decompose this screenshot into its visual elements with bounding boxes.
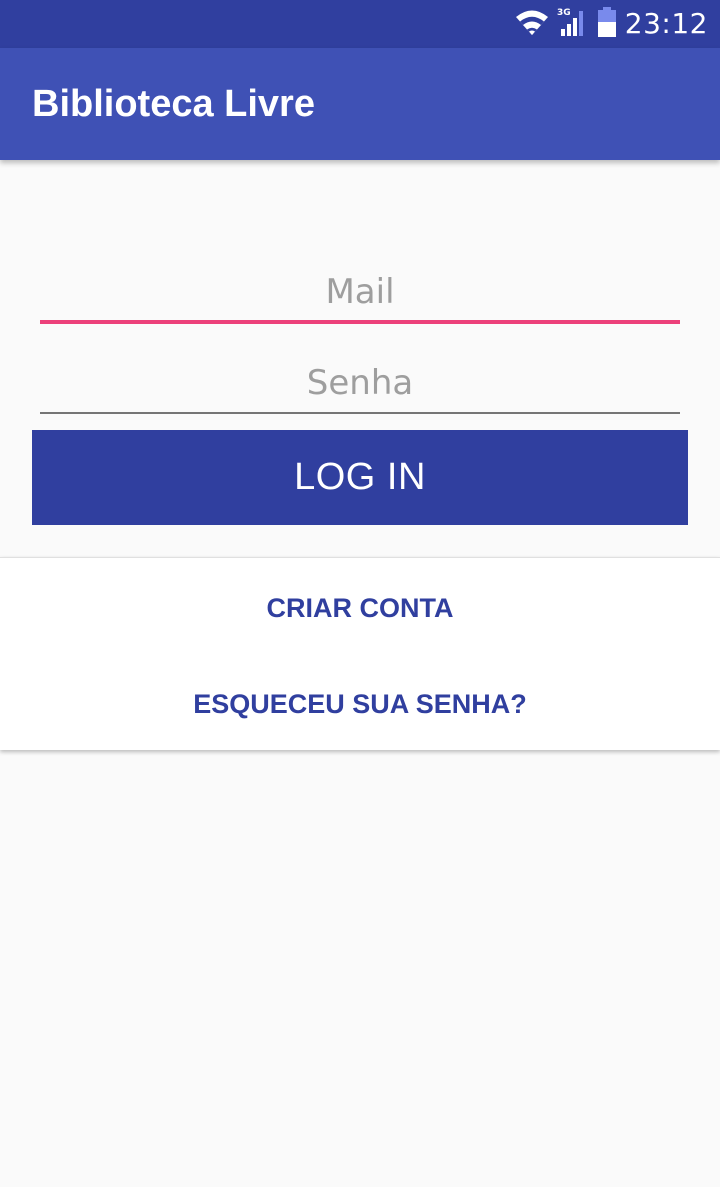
cellular-signal-icon: 3G [557, 7, 589, 42]
status-time: 23:12 [624, 7, 708, 40]
senha-input[interactable] [40, 354, 680, 414]
login-button[interactable]: LOG IN [32, 430, 688, 525]
battery-icon [597, 6, 617, 42]
app-bar: Biblioteca Livre [0, 48, 720, 160]
actions-card: CRIAR CONTA ESQUECEU SUA SENHA? [0, 557, 720, 750]
criar-conta-button[interactable]: CRIAR CONTA [0, 560, 720, 656]
esqueceu-senha-button[interactable]: ESQUECEU SUA SENHA? [0, 656, 720, 752]
app-title: Biblioteca Livre [32, 83, 315, 125]
mail-input[interactable] [40, 264, 680, 324]
status-icons: 3G 23:12 [515, 0, 708, 48]
wifi-icon [515, 8, 549, 41]
network-type-label: 3G [557, 8, 571, 18]
status-bar: 3G 23:12 [0, 0, 720, 48]
